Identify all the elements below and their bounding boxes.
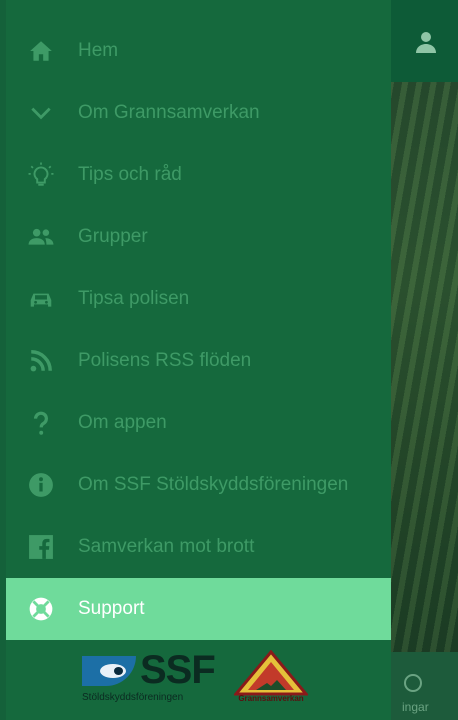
- menu-item-label: Hem: [78, 40, 119, 61]
- menu-item-label: Polisens RSS flöden: [78, 350, 252, 371]
- menu-item-hem[interactable]: Hem: [6, 20, 391, 82]
- drawer-footer-logos: SSF Stöldskyddsföreningen Grannsamverkan: [6, 640, 391, 720]
- user-icon[interactable]: [414, 30, 438, 54]
- grannsamverkan-logo[interactable]: Grannsamverkan: [232, 649, 310, 706]
- menu-item-label: Tips och råd: [78, 164, 182, 185]
- facebook-icon: [26, 532, 56, 562]
- lightbulb-icon: [26, 160, 56, 190]
- ssf-fish-icon: [82, 656, 136, 686]
- menu-item-samverkan-mot-brott[interactable]: Samverkan mot brott: [6, 516, 391, 578]
- info-icon: [26, 470, 56, 500]
- home-icon: [26, 36, 56, 66]
- chevron-down-icon: [26, 98, 56, 128]
- menu-item-om-ssf[interactable]: Om SSF Stöldskyddsföreningen: [6, 454, 391, 516]
- menu-item-label: Grupper: [78, 226, 148, 247]
- ssf-logo-text: SSF: [140, 648, 216, 692]
- group-icon: [26, 222, 56, 252]
- menu-item-om-grannsamverkan[interactable]: Om Grannsamverkan: [6, 82, 391, 144]
- navigation-drawer: Hem Om Grannsamverkan Tips och råd Grupp…: [0, 0, 391, 720]
- car-icon: [26, 284, 56, 314]
- menu-item-label: Support: [78, 598, 145, 619]
- menu-item-label: Om SSF Stöldskyddsföreningen: [78, 474, 349, 495]
- menu-item-grupper[interactable]: Grupper: [6, 206, 391, 268]
- menu-item-tips-och-rad[interactable]: Tips och råd: [6, 144, 391, 206]
- ssf-logo-subtitle: Stöldskyddsföreningen: [82, 692, 184, 703]
- warning-triangle-icon: [232, 649, 310, 696]
- grannsamverkan-logo-text: Grannsamverkan: [238, 694, 304, 703]
- rss-icon: [26, 346, 56, 376]
- lifebuoy-icon: [26, 594, 56, 624]
- tab-label-partial[interactable]: ingar: [402, 700, 429, 714]
- menu-item-support[interactable]: Support: [6, 578, 391, 640]
- menu-item-label: Om appen: [78, 412, 167, 433]
- menu-item-polisens-rss[interactable]: Polisens RSS flöden: [6, 330, 391, 392]
- question-icon: [26, 408, 56, 438]
- menu-item-label: Om Grannsamverkan: [78, 102, 260, 123]
- ssf-logo[interactable]: SSF Stöldskyddsföreningen: [80, 648, 220, 710]
- menu-item-label: Tipsa polisen: [78, 288, 190, 309]
- menu-item-om-appen[interactable]: Om appen: [6, 392, 391, 454]
- tab-icon[interactable]: [404, 674, 422, 692]
- menu-item-tipsa-polisen[interactable]: Tipsa polisen: [6, 268, 391, 330]
- drawer-menu: Hem Om Grannsamverkan Tips och råd Grupp…: [6, 20, 391, 640]
- menu-item-label: Samverkan mot brott: [78, 536, 255, 557]
